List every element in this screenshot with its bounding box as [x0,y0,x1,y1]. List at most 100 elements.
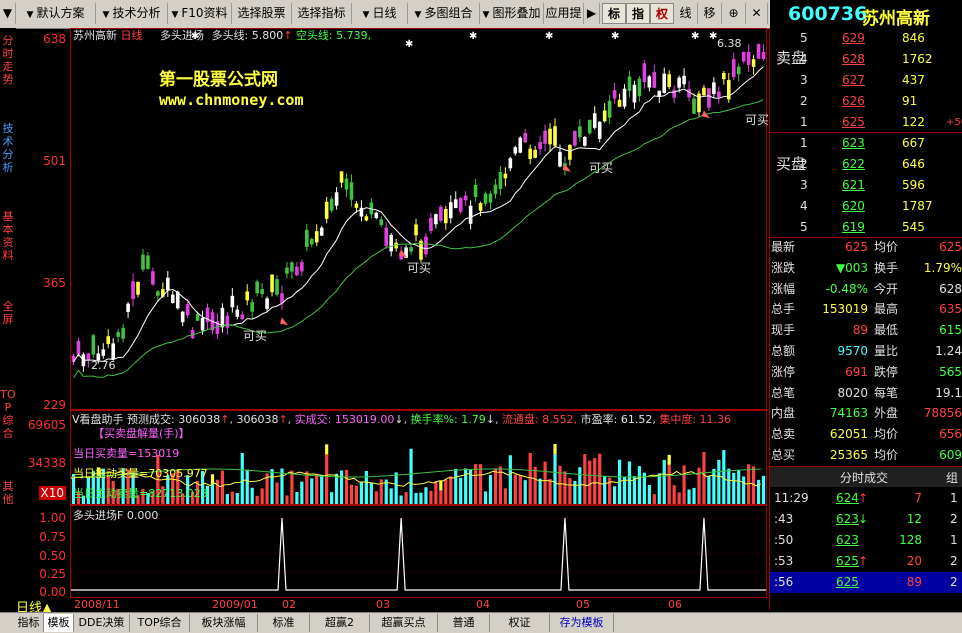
volume-bar [225,494,229,504]
buy-signal-label: 可买 [745,113,770,127]
quote-value: 635 [939,302,962,317]
volume-bar [637,466,642,504]
quote-key: 最低 [874,323,899,338]
signal-panel[interactable]: 多头进场F 0.000 [70,505,767,598]
candle-body [384,227,389,246]
level: 1 [800,115,808,129]
volume-bar [290,470,294,504]
tab-group[interactable]: 组 [946,469,958,486]
candle-body [444,209,448,224]
candle-body [478,203,483,211]
price: 628 [842,52,865,66]
candle-body [652,72,657,88]
candle-body [578,126,582,138]
quote-key: 量比 [874,344,899,358]
toolbar-period[interactable]: ▼ 日线 [352,3,408,24]
tab-top-combined[interactable]: TOP综合 [130,614,190,632]
volume-bar [612,486,617,504]
quote-key: 外盘 [874,406,899,421]
volume: 91 [902,94,918,108]
toolbar-select-stock[interactable]: 选择股票 [232,3,292,24]
signal-header: 多头进场F 0.000 [73,509,159,522]
candle-body [146,255,150,269]
candle-body [300,262,304,272]
quote-key: 最新 [771,240,796,254]
price: 620 [842,199,865,213]
tab-dde[interactable]: DDE决策 [74,614,130,632]
main-candlestick-chart[interactable]: ✱ ✱ ✱ ✱ ✱ ✱ ✱ 苏州高新 日线 多头进场 多头线: 5.800↑ 空头线: 5.… [70,28,770,410]
quote-value: 19.1 [935,385,962,400]
toolbar-overlay[interactable]: ▼ 图形叠加 [480,3,544,24]
tab-template[interactable]: 模板 [44,614,74,632]
toolbar-multi-chart[interactable]: ▼ 多图组合 [408,3,480,24]
toolbar-apply[interactable]: 应用提 [544,3,584,24]
candle-body [200,317,205,331]
quote-row: 总额 9570 量比 1.24 [770,341,962,362]
tab-ticks[interactable]: 分时成交 [840,469,888,486]
tab-other[interactable]: 其他 [0,480,16,506]
volume-bar [444,479,448,504]
tick-volume: 128 [899,533,922,547]
toggle-mark[interactable]: 标 [602,3,626,24]
quote-key: 总笔 [771,385,796,400]
volume-bar [409,448,413,504]
candle-body [116,332,120,337]
toggle-line[interactable]: 线 [674,3,698,24]
price: 625 [842,115,865,129]
tick-price: 625 [836,554,859,568]
tick-count: 2 [950,512,958,526]
candle-body [702,87,706,96]
volume-bar [538,478,542,504]
volume-bar [424,487,428,504]
toolbar-tech-analysis[interactable]: ▼ 技术分析 [96,3,168,24]
low-price-label: 2.76 [91,359,116,372]
toolbar-select-indicator[interactable]: 选择指标 [292,3,352,24]
play-icon[interactable]: ▶ [584,3,600,24]
tab-top[interactable]: TOP综合 [0,388,16,440]
tab-tech-analysis[interactable]: 技术分析 [0,122,16,174]
candle-body [166,277,170,291]
candle-body [240,314,245,319]
volume-panel[interactable]: V看盘助手 预测成交: 306038↑, 306038↑, 实成交: 15301… [70,410,767,505]
menu-arrow[interactable]: ▼ [0,3,16,24]
volume-bar [260,488,264,504]
bear-line [73,99,764,379]
tab-chaoying-buy[interactable]: 超赢买点 [370,614,438,632]
tab-warrant[interactable]: 权证 [490,614,550,632]
volume-bar [419,492,423,504]
toggle-move[interactable]: 移 [698,3,722,24]
tab-timeshare[interactable]: 分时走势 [0,34,16,86]
candle-body [101,349,106,356]
toggle-rights[interactable]: 权 [650,3,674,24]
candle-body [722,72,726,80]
candle-body [314,231,319,243]
quote-row: 总卖 62051 均价 656 [770,424,962,445]
tab-normal[interactable]: 普通 [438,614,490,632]
candle-body [483,193,488,204]
buy-signal-label: 可买 [407,261,432,275]
stock-header: 600736 苏州高新 [770,0,962,29]
tab-fullscreen[interactable]: 全屏 [0,300,16,326]
toggle-indicator[interactable]: 指 [626,3,650,24]
star-marker: ✱ [545,31,553,42]
volume-bar [493,468,498,504]
tab-indicator[interactable]: 指标 [14,614,44,632]
tab-sector[interactable]: 板块涨幅 [190,614,258,632]
zoom-icon[interactable]: ⊕ [722,3,746,24]
tab-basic-info[interactable]: 基本资料 [0,210,16,262]
quote-row: 现手 89 最低 615 [770,320,962,341]
toolbar-default-scheme[interactable]: ▼ 默认方案 [16,3,96,24]
tab-standard[interactable]: 标准 [258,614,310,632]
volume-bar [230,491,234,504]
toolbar-f10[interactable]: ▼ F10资料 [168,3,232,24]
volume-bar [553,454,557,504]
candle-body [225,315,230,328]
volume: 545 [902,220,925,234]
tab-save-template[interactable]: 存为模板 [550,614,614,632]
close-icon[interactable]: ✕ [746,3,768,24]
candle-body [647,76,652,88]
tab-chaoying2[interactable]: 超赢2 [310,614,370,632]
volume-bar [717,459,721,504]
dropdown-arrow-icon: ▼ [362,10,370,20]
today-main-buy-label: 当日主动买量=70305.977 [73,467,208,480]
